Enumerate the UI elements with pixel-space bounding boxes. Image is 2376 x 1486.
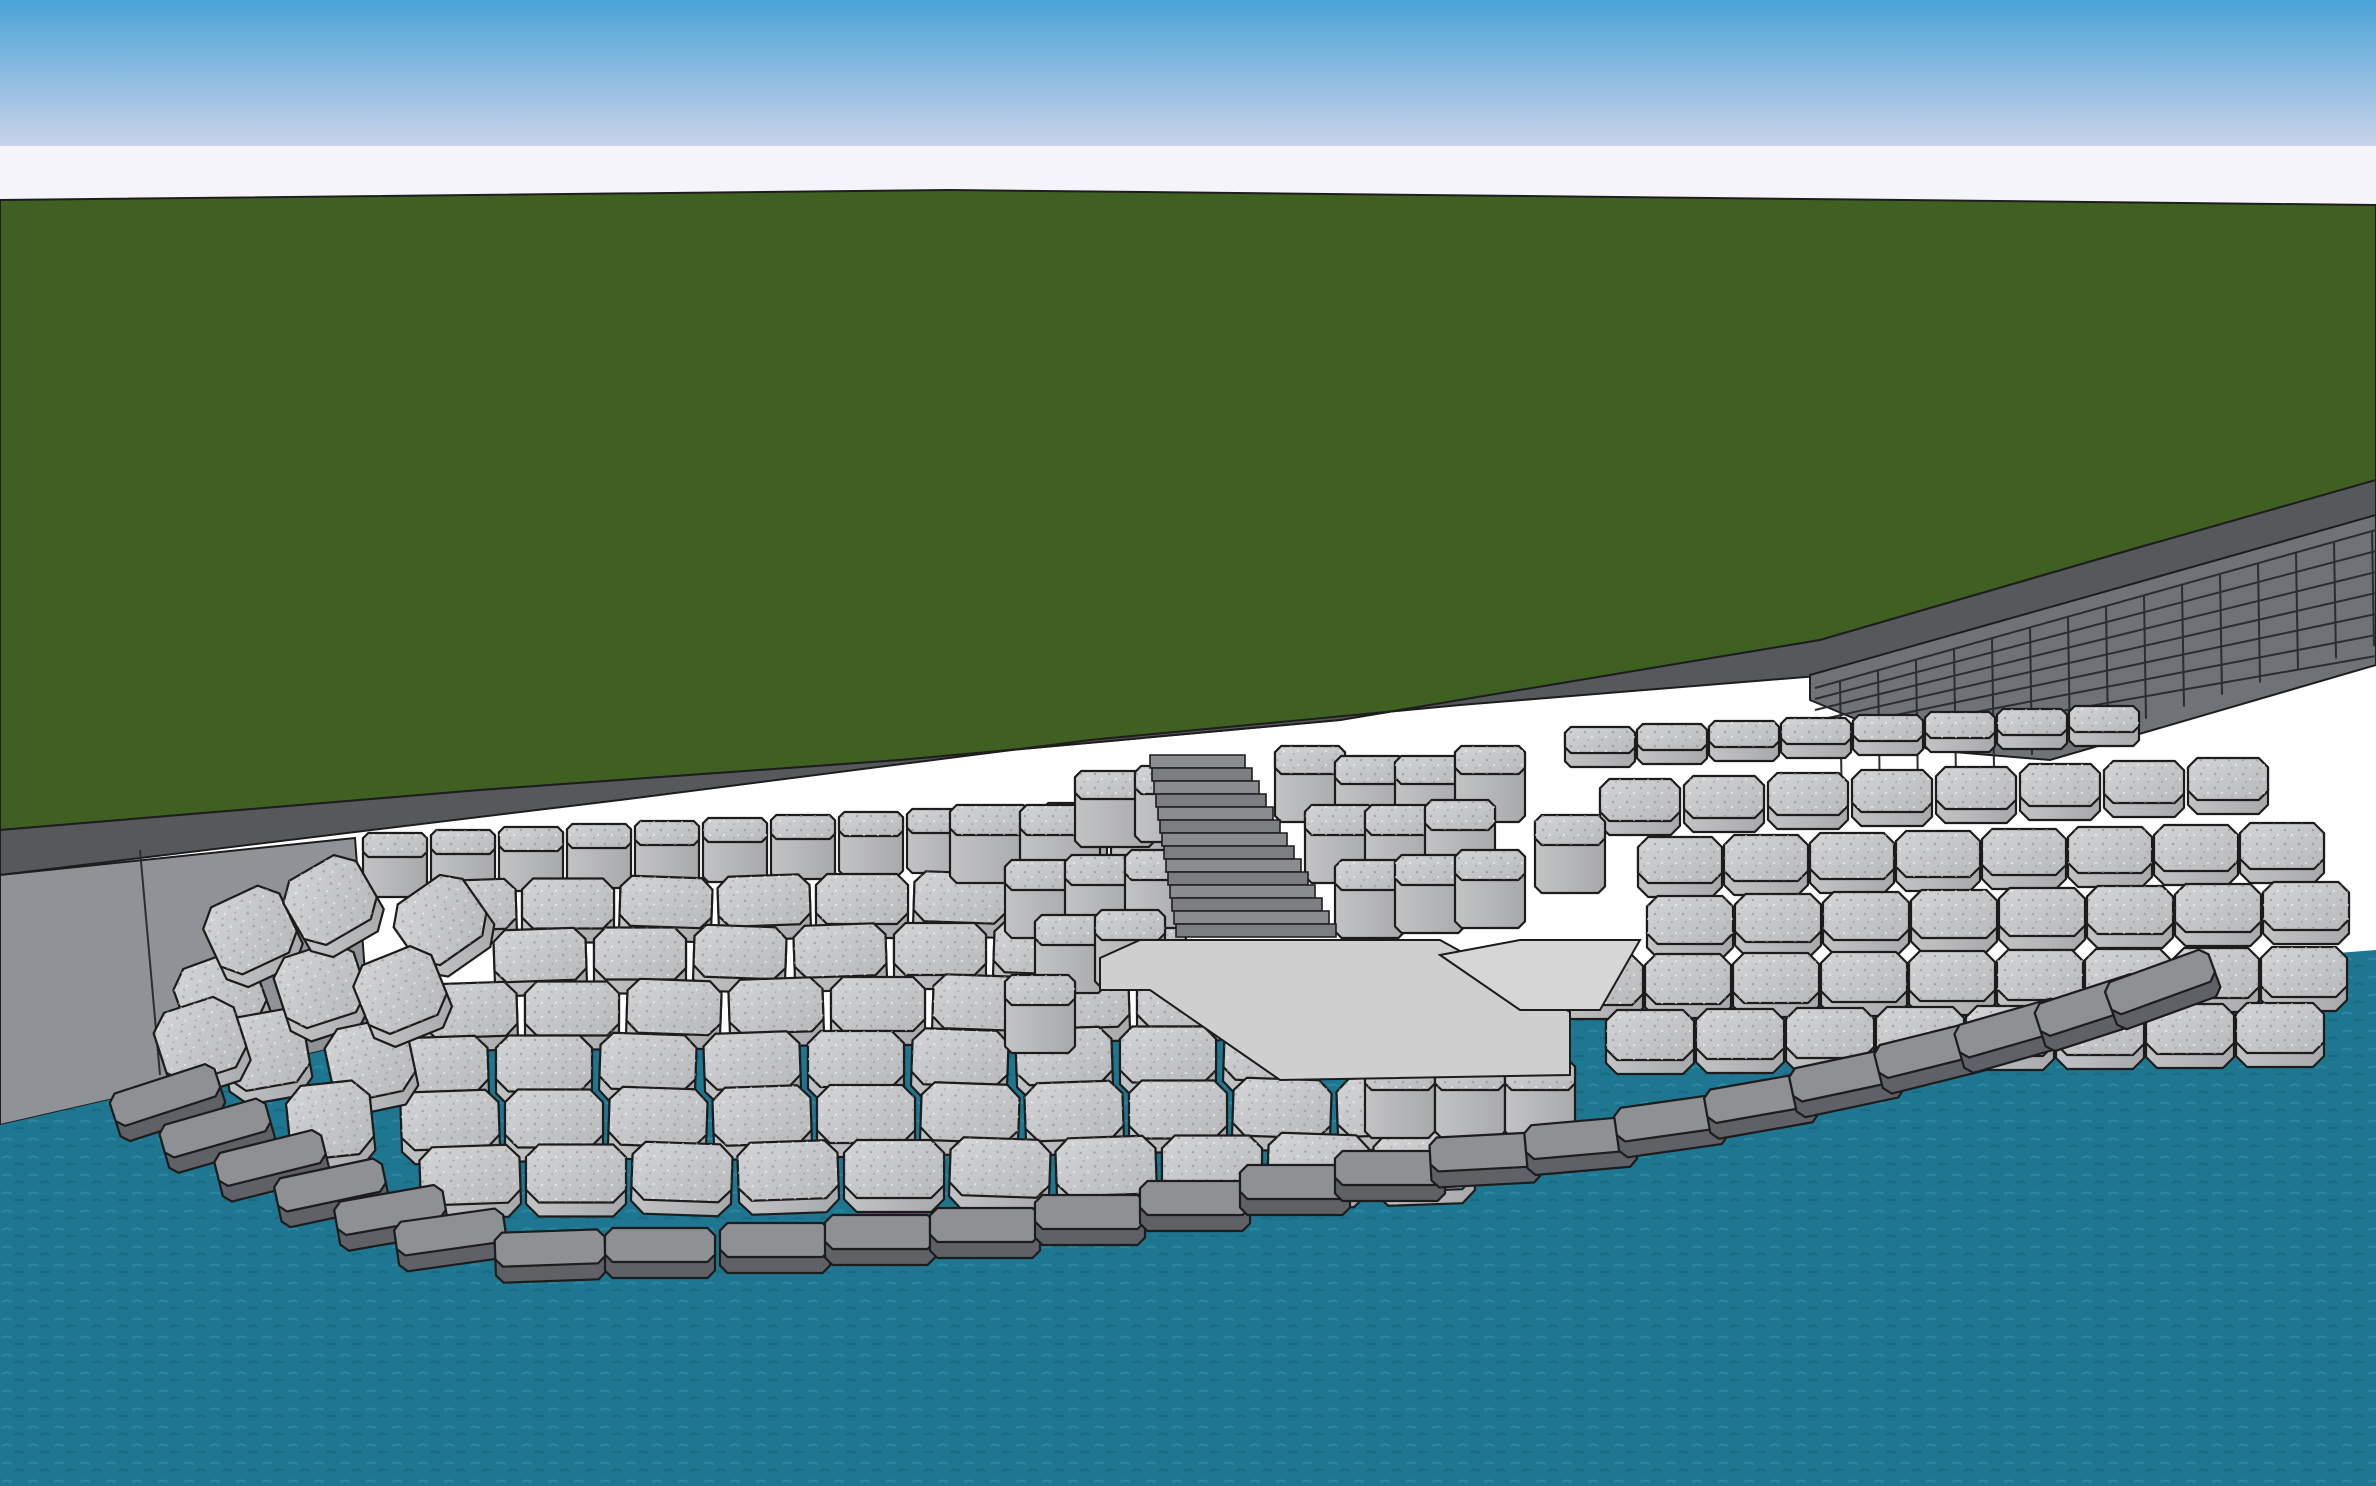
armour-stone xyxy=(1923,710,1997,754)
stair-step xyxy=(1155,793,1267,808)
armour-stone xyxy=(1707,719,1781,763)
toe-stone xyxy=(1138,1179,1252,1233)
armour-stone xyxy=(2186,756,2270,816)
armour-stone xyxy=(1733,892,1823,958)
stair-step xyxy=(1151,767,1253,782)
stair-step xyxy=(1161,832,1288,847)
armour-stone xyxy=(2238,821,2326,885)
armour-stone xyxy=(2066,825,2154,889)
stair-step xyxy=(1173,910,1330,925)
stair-step xyxy=(1169,884,1316,899)
sky xyxy=(0,0,2376,206)
armour-stone xyxy=(1722,833,1810,897)
seawall-revetment-render xyxy=(0,0,2376,1486)
armour-stone xyxy=(1604,1008,1696,1076)
armour-stone xyxy=(2234,1001,2326,1069)
armour-stone xyxy=(1694,1007,1786,1075)
toe-stone xyxy=(928,1206,1042,1260)
toe-stone xyxy=(1333,1149,1447,1203)
armour-stone xyxy=(1636,835,1724,899)
toe-stone xyxy=(1033,1193,1147,1247)
armour-stone xyxy=(1766,771,1850,831)
armour-stone xyxy=(1779,716,1853,760)
armour-stone xyxy=(2067,704,2141,748)
stair-step xyxy=(1157,806,1274,821)
armour-stone xyxy=(1645,894,1735,960)
armour-stone xyxy=(1851,713,1925,757)
armour-stone xyxy=(842,1138,946,1214)
armour-stone xyxy=(1997,886,2087,952)
armour-stone xyxy=(1934,765,2018,825)
armour-stone xyxy=(2259,945,2349,1013)
toe-stone xyxy=(718,1221,832,1275)
armour-stone xyxy=(1821,890,1911,956)
stair-step xyxy=(1171,897,1323,912)
armour-stone xyxy=(1682,774,1766,834)
armour-stone xyxy=(361,831,429,899)
armour-stone xyxy=(2173,882,2263,948)
armour-stone xyxy=(736,1139,841,1216)
stair-step xyxy=(1165,858,1302,873)
stair-step xyxy=(1163,845,1295,860)
armour-stone xyxy=(769,813,837,881)
armour-stone xyxy=(1850,768,1934,828)
armour-stone xyxy=(2085,884,2175,950)
armour-stone xyxy=(1563,725,1637,769)
armour-stone xyxy=(629,1140,734,1218)
armour-stone xyxy=(1635,722,1709,766)
armour-stone xyxy=(2261,880,2351,946)
toe-stone xyxy=(493,1228,607,1284)
armour-stone xyxy=(1453,848,1527,930)
armour-stone xyxy=(1003,973,1077,1055)
toe-stone xyxy=(603,1226,717,1280)
armour-stone xyxy=(701,816,769,884)
armour-stone xyxy=(2102,759,2186,819)
armour-stone xyxy=(2152,823,2240,887)
armour-stone xyxy=(1894,829,1982,893)
stair-step xyxy=(1149,754,1246,769)
armour-stone xyxy=(1909,888,1999,954)
armour-stone xyxy=(524,1143,628,1218)
armour-stone xyxy=(1533,813,1607,895)
stair-step xyxy=(1159,819,1281,834)
armour-stone xyxy=(837,810,905,878)
toe-stone xyxy=(1238,1163,1352,1217)
armour-stone xyxy=(1808,831,1896,895)
armour-stone xyxy=(2018,762,2102,822)
armour-stone xyxy=(1980,827,2068,891)
stair-step xyxy=(1167,871,1309,886)
stair-step xyxy=(1175,923,1337,938)
stair-step xyxy=(1153,780,1260,795)
toe-stone xyxy=(823,1213,937,1267)
armour-stone xyxy=(1995,707,2069,751)
armour-stone xyxy=(1598,777,1682,837)
